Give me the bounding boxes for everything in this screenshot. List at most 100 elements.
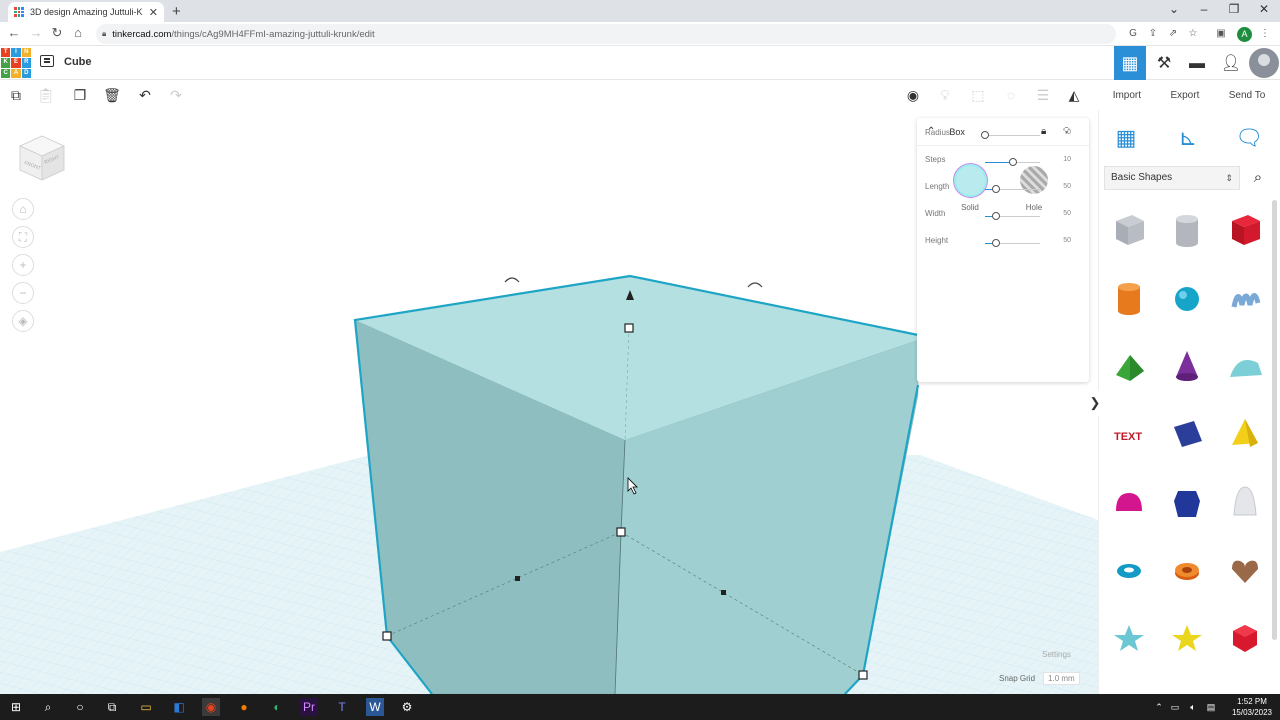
shape-sphere-blue[interactable]	[1158, 264, 1216, 332]
chrome-icon[interactable]: ◉	[202, 698, 220, 716]
shapes-scrollbar[interactable]	[1272, 200, 1277, 640]
bookmark-star-icon[interactable]: ☆	[1186, 27, 1200, 41]
browser-tab[interactable]: 3D design Amazing Juttuli-Krunk ✕	[8, 2, 164, 22]
back-icon[interactable]: ←	[5, 25, 23, 40]
user-avatar[interactable]	[1249, 48, 1279, 78]
redo-icon[interactable]: ↷	[166, 86, 186, 104]
perspective-icon[interactable]: ◈	[12, 310, 34, 332]
shape-box-blue[interactable]	[1158, 400, 1216, 468]
panel-collapse-chevron-icon[interactable]: ❯	[1089, 390, 1101, 416]
share-page-icon[interactable]: ⇗	[1166, 27, 1180, 41]
shape-tube-orange[interactable]	[1158, 536, 1216, 604]
param-slider-knob[interactable]	[1008, 158, 1017, 166]
show-hidden-icon[interactable]: ◉	[903, 86, 923, 104]
ungroup-icon[interactable]: ◌	[1001, 86, 1021, 104]
share-icon[interactable]: ⇪	[1146, 27, 1160, 41]
shape-star-teal[interactable]	[1100, 604, 1158, 672]
shape-cylinder-gray[interactable]	[1158, 196, 1216, 264]
circuits-pickaxe-icon[interactable]: ⚒	[1153, 53, 1175, 75]
paste-icon[interactable]: 📋︎	[36, 86, 56, 104]
shape-star-yellow[interactable]	[1158, 604, 1216, 672]
tray-language-icon[interactable]: ▤	[1202, 698, 1220, 716]
taskbar-clock[interactable]: 1:52 PM 15/03/2023	[1228, 696, 1276, 718]
tinkercad-logo[interactable]: TINKERCAD	[1, 48, 31, 78]
shape-round-roof-teal[interactable]	[1216, 332, 1274, 400]
shape-paraboloid-white[interactable]	[1216, 468, 1274, 536]
search-icon[interactable]: ⌕	[1245, 166, 1271, 190]
premiere-icon[interactable]: Pr	[300, 698, 318, 716]
zoom-in-icon[interactable]: +	[12, 254, 34, 276]
param-slider-knob[interactable]	[981, 131, 989, 139]
param-value[interactable]: 0	[1067, 129, 1071, 136]
shape-scribble-blue[interactable]	[1216, 264, 1274, 332]
tab-search-icon[interactable]: ⌄	[1162, 2, 1186, 16]
shape-roof-green[interactable]	[1100, 332, 1158, 400]
design-list-icon[interactable]	[40, 55, 54, 67]
3d-design-view-icon[interactable]: ▦	[1114, 46, 1146, 80]
task-view-icon[interactable]: ⧉	[103, 698, 121, 716]
settings-app-icon[interactable]: ⚙	[398, 698, 416, 716]
tab-close-icon[interactable]: ✕	[149, 6, 158, 19]
forward-icon[interactable]: →	[27, 25, 45, 40]
param-value[interactable]: 50	[1063, 210, 1071, 217]
codeblocks-icon[interactable]: ▬	[1186, 53, 1208, 75]
add-user-icon[interactable]: 👤︎	[1220, 53, 1242, 75]
group-icon[interactable]: ⬚	[968, 86, 988, 104]
view-cube[interactable]: FRONT RIGHT	[16, 132, 68, 184]
sidepanel-icon[interactable]: ▣	[1214, 27, 1228, 41]
delete-icon[interactable]: 🗑︎	[102, 86, 122, 104]
word-icon[interactable]: W	[366, 698, 384, 716]
align-icon[interactable]: ☰	[1033, 86, 1053, 104]
send-to-button[interactable]: Send To	[1229, 90, 1266, 101]
import-button[interactable]: Import	[1113, 90, 1141, 101]
home-icon[interactable]: ⌂	[69, 25, 87, 40]
chrome-menu-icon[interactable]: ⋮	[1258, 27, 1272, 41]
new-shape-copy-icon[interactable]: ⧉	[6, 86, 26, 104]
zoom-out-icon[interactable]: −	[12, 282, 34, 304]
shape-cylinder-orange[interactable]	[1100, 264, 1158, 332]
reload-icon[interactable]: ↻	[48, 25, 66, 41]
shape-polygon-navy[interactable]	[1158, 468, 1216, 536]
export-button[interactable]: Export	[1170, 90, 1199, 101]
shape-box-red[interactable]	[1216, 196, 1274, 264]
mirror-icon[interactable]: ◭	[1064, 86, 1084, 104]
fit-view-icon[interactable]: ⛶	[12, 226, 34, 248]
shape-heart-brown[interactable]	[1216, 536, 1274, 604]
shape-cone-purple[interactable]	[1158, 332, 1216, 400]
maximize-icon[interactable]: ❐	[1222, 2, 1246, 16]
hide-light-icon[interactable]: 💡︎	[935, 86, 955, 104]
windows-start-icon[interactable]: ⊞	[7, 698, 25, 716]
home-view-icon[interactable]: ⌂	[12, 198, 34, 220]
google-icon[interactable]: G	[1126, 27, 1140, 41]
param-value[interactable]: 50	[1063, 237, 1071, 244]
notes-icon[interactable]: 🗨︎	[1233, 122, 1265, 154]
outlook-icon[interactable]: ◧	[170, 698, 188, 716]
firefox-icon[interactable]: ●	[235, 698, 253, 716]
shape-pyramid-yellow[interactable]	[1216, 400, 1274, 468]
snap-grid-select[interactable]: 1.0 mm	[1043, 672, 1080, 685]
param-slider-track[interactable]	[985, 135, 1040, 136]
new-tab-button[interactable]: +	[172, 3, 181, 20]
undo-icon[interactable]: ↶	[135, 86, 155, 104]
cortana-icon[interactable]: ○	[71, 698, 89, 716]
design-title[interactable]: Cube	[64, 56, 92, 68]
close-window-icon[interactable]: ✕	[1252, 2, 1276, 16]
edge-icon[interactable]: ◐	[268, 698, 286, 716]
param-value[interactable]: 50	[1063, 183, 1071, 190]
teams-icon[interactable]: T	[333, 698, 351, 716]
shape-half-sphere-magenta[interactable]	[1100, 468, 1158, 536]
param-slider-knob[interactable]	[992, 239, 1000, 247]
shape-box-gray[interactable]	[1100, 196, 1158, 264]
workplane-settings-button[interactable]: Settings	[1042, 650, 1071, 659]
file-explorer-icon[interactable]: ▭	[137, 698, 155, 716]
taskbar-search-icon[interactable]: ⌕	[39, 698, 57, 716]
param-slider-knob[interactable]	[992, 212, 1000, 220]
profile-avatar[interactable]: A	[1237, 27, 1252, 42]
minimize-icon[interactable]: –	[1192, 2, 1216, 16]
param-value[interactable]: 10	[1063, 156, 1071, 163]
ruler-icon[interactable]: ⊾	[1172, 122, 1204, 154]
shape-torus-blue[interactable]	[1100, 536, 1158, 604]
shape-text-red[interactable]: TEXT	[1100, 400, 1158, 468]
shape-icosahedron-red[interactable]	[1216, 604, 1274, 672]
duplicate-icon[interactable]: ❐	[70, 86, 90, 104]
